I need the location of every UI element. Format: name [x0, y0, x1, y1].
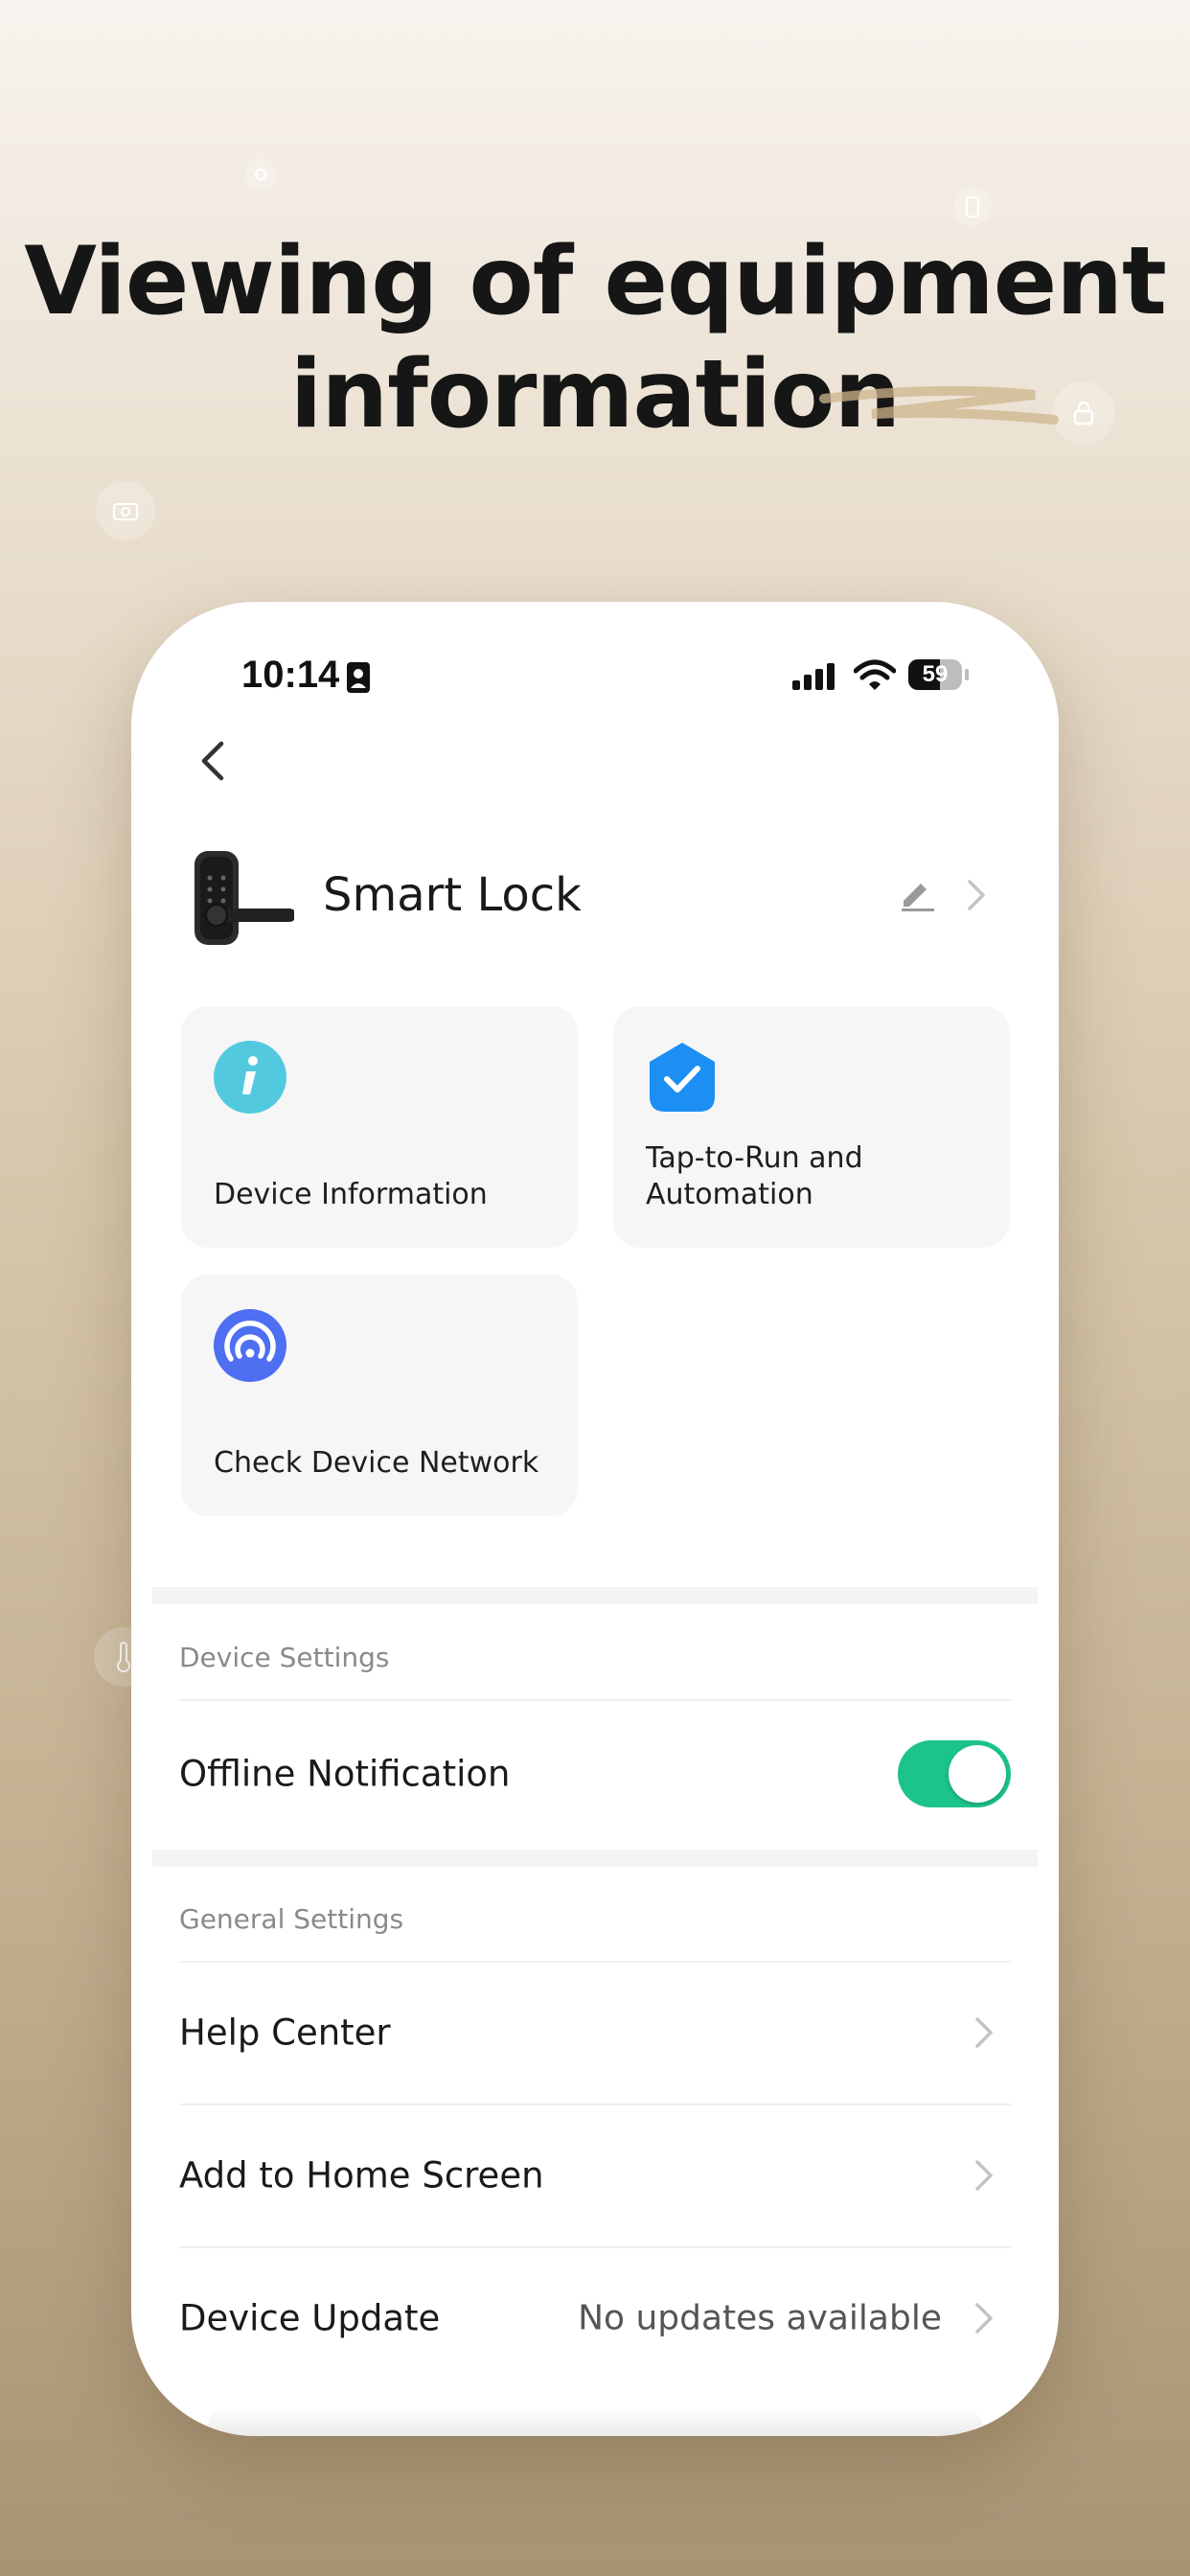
headline-line-1: Viewing of equipment: [24, 227, 1167, 336]
section-divider: [152, 1850, 1038, 1867]
automation-check-icon: [650, 1043, 715, 1112]
back-button[interactable]: [179, 726, 246, 794]
battery-cap: [965, 669, 969, 680]
device-settings-title: Device Settings: [179, 1642, 390, 1673]
battery-indicator: 59: [908, 659, 962, 690]
remote-decoration-icon: [953, 188, 992, 226]
section-divider: [152, 1587, 1038, 1604]
network-signal-icon: [214, 1309, 286, 1382]
add-to-home-screen-row[interactable]: Add to Home Screen: [131, 2105, 1059, 2245]
status-time: 10:14: [241, 654, 340, 696]
camera-decoration-icon: [96, 481, 155, 540]
card-label: Check Device Network: [214, 1446, 539, 1480]
smart-lock-image: [195, 851, 294, 945]
cellular-signal-icon: [792, 663, 835, 690]
offline-notification-label: Offline Notification: [179, 1753, 511, 1795]
device-header[interactable]: Smart Lock: [131, 841, 1059, 956]
toggle-knob: [949, 1745, 1006, 1803]
wifi-icon: [854, 659, 896, 690]
device-update-label: Device Update: [179, 2297, 441, 2339]
card-label: Device Information: [214, 1178, 488, 1211]
offline-notification-toggle[interactable]: [898, 1740, 1011, 1807]
brush-stroke-decoration: [819, 385, 1059, 425]
general-settings-title: General Settings: [179, 1903, 404, 1935]
card-label: Tap-to-Run and Automation: [646, 1141, 863, 1211]
chevron-right-icon: [975, 2160, 993, 2191]
contact-card-icon: [347, 662, 370, 693]
device-information-card[interactable]: Device Information: [181, 1006, 578, 1248]
tap-to-run-automation-card[interactable]: Tap-to-Run and Automation: [613, 1006, 1010, 1248]
check-device-network-card[interactable]: Check Device Network: [181, 1275, 578, 1516]
device-update-row[interactable]: Device Update No updates available: [131, 2248, 1059, 2388]
edit-pencil-icon[interactable]: [898, 874, 936, 912]
info-icon: [214, 1041, 286, 1114]
device-name: Smart Lock: [323, 868, 582, 922]
status-bar: 10:14 59: [131, 602, 1059, 755]
add-to-home-screen-label: Add to Home Screen: [179, 2154, 544, 2196]
chevron-right-icon: [975, 2017, 993, 2048]
device-update-status: No updates available: [578, 2298, 942, 2338]
offline-notification-row: Offline Notification: [131, 1704, 1059, 1844]
chevron-right-icon: [975, 2303, 993, 2334]
battery-percent: 59: [922, 661, 949, 687]
gear-decoration-icon: [245, 159, 276, 190]
home-indicator-area: [208, 2407, 982, 2436]
help-center-row[interactable]: Help Center: [131, 1963, 1059, 2103]
phone-screen: 10:14 59 Smart Lock Device Information T…: [131, 602, 1059, 2436]
divider: [179, 1699, 1011, 1701]
chevron-right-icon[interactable]: [965, 876, 988, 914]
help-center-label: Help Center: [179, 2012, 391, 2054]
